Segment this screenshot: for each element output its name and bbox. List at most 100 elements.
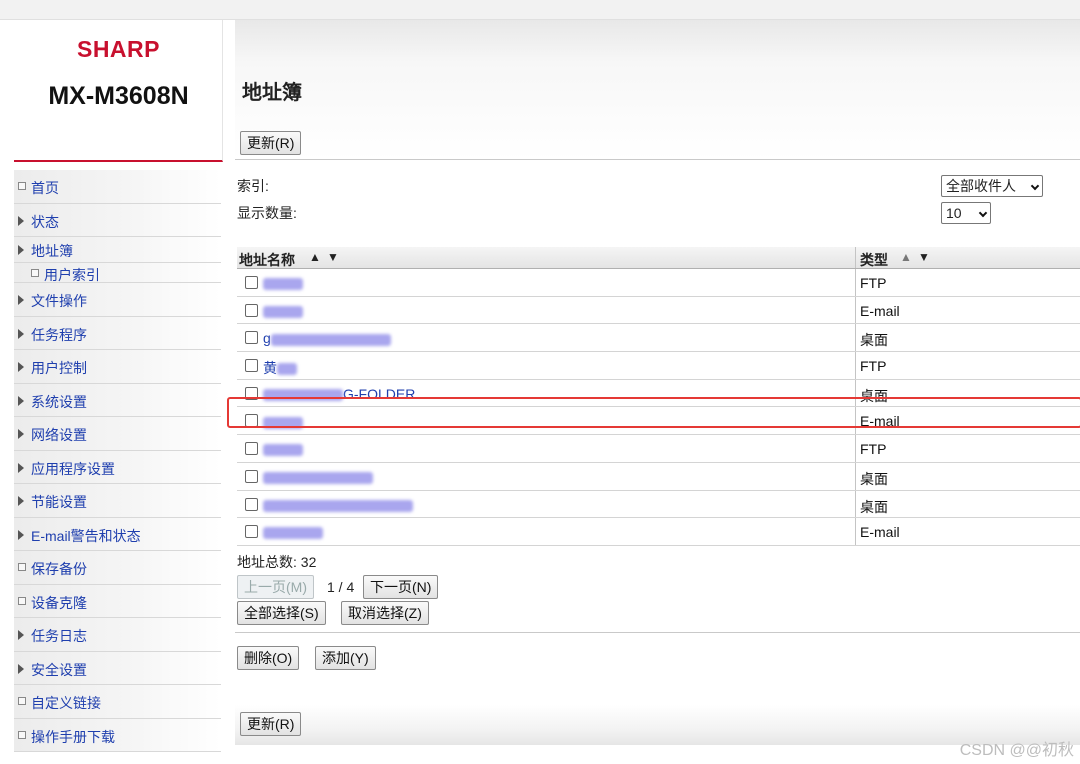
row-checkbox[interactable] bbox=[245, 442, 258, 456]
address-name-link[interactable] bbox=[263, 303, 303, 319]
count-select[interactable]: 10 bbox=[941, 202, 991, 224]
redacted-text bbox=[263, 416, 303, 429]
address-name-link[interactable]: 黄 bbox=[263, 358, 297, 378]
sidebar-item-label: 任务程序 bbox=[31, 326, 87, 343]
index-select[interactable]: 全部收件人 bbox=[941, 175, 1043, 197]
row-checkbox[interactable] bbox=[245, 331, 258, 345]
address-name-link[interactable] bbox=[263, 275, 303, 291]
col-type-header[interactable]: 类型 bbox=[860, 250, 888, 270]
sidebar-item-label: 用户索引 bbox=[44, 267, 100, 283]
address-name-link[interactable]: G-FOLDER bbox=[263, 386, 415, 402]
table-row: 桌面 bbox=[237, 490, 1080, 519]
arrow-right-icon bbox=[18, 395, 26, 406]
add-button[interactable]: 添加(Y) bbox=[315, 646, 376, 670]
table-row: 桌面 bbox=[237, 462, 1080, 491]
sidebar-item[interactable]: E-mail警告和状态 bbox=[14, 517, 221, 551]
col-name-header[interactable]: 地址名称 bbox=[239, 250, 295, 270]
brand-panel: SHARP MX-M3608N bbox=[14, 20, 223, 162]
arrow-right-icon bbox=[18, 663, 26, 674]
row-checkbox[interactable] bbox=[245, 497, 258, 511]
arrow-right-icon bbox=[18, 328, 26, 339]
sidebar-item[interactable]: 系统设置 bbox=[14, 383, 221, 417]
row-checkbox[interactable] bbox=[245, 414, 258, 428]
sort-desc-icon[interactable]: ▼ bbox=[918, 250, 930, 264]
row-checkbox[interactable] bbox=[245, 276, 258, 289]
row-checkbox[interactable] bbox=[245, 469, 258, 483]
total-label: 地址总数: bbox=[237, 554, 297, 570]
address-name-link[interactable] bbox=[263, 469, 373, 485]
address-type: FTP bbox=[860, 358, 887, 375]
address-type: 桌面 bbox=[860, 332, 888, 349]
arrow-right-icon bbox=[18, 245, 26, 255]
chevron-down-icon bbox=[1030, 181, 1040, 191]
sidebar-item[interactable]: 自定义链接 bbox=[14, 685, 221, 719]
bullet-icon bbox=[18, 596, 26, 605]
sharp-logo: SHARP bbox=[76, 36, 160, 62]
sidebar-item[interactable]: 网络设置 bbox=[14, 417, 221, 451]
table-row: E-mail bbox=[237, 407, 1080, 436]
sidebar-item[interactable]: 设备克隆 bbox=[14, 584, 221, 618]
sidebar-item[interactable]: 用户控制 bbox=[14, 350, 221, 384]
sidebar-item-label: 状态 bbox=[31, 213, 59, 230]
sidebar-item-label: 保存备份 bbox=[31, 561, 87, 577]
index-select-value: 全部收件人 bbox=[946, 178, 1016, 194]
table-row: G-FOLDER 桌面 bbox=[237, 379, 1080, 408]
sidebar-nav: 首页状态地址簿用户索引 文件操作任务程序用户控制系统设置 网络设置应用程序设置节能设… bbox=[14, 170, 221, 752]
total-count: 地址总数: 32 bbox=[237, 552, 316, 572]
arrow-right-icon bbox=[18, 429, 26, 439]
sidebar-item[interactable]: 安全设置 bbox=[14, 651, 221, 685]
redacted-text bbox=[263, 278, 303, 291]
address-type: FTP bbox=[860, 275, 887, 291]
sidebar-item[interactable]: 文件操作 bbox=[14, 283, 221, 317]
refresh-button-top[interactable]: 更新(R) bbox=[240, 131, 302, 155]
address-name-link[interactable] bbox=[263, 441, 303, 457]
address-name-link[interactable] bbox=[263, 413, 303, 429]
row-checkbox[interactable] bbox=[245, 525, 258, 539]
sidebar-item[interactable]: 保存备份 bbox=[14, 551, 221, 585]
address-name-visible: 黄 bbox=[263, 360, 277, 377]
row-checkbox[interactable] bbox=[245, 359, 258, 373]
sidebar-item[interactable]: 状态 bbox=[14, 203, 221, 237]
address-name-visible: G-FOLDER bbox=[343, 385, 416, 402]
sidebar-item[interactable]: 任务程序 bbox=[14, 316, 221, 350]
sidebar-item-label: 安全设置 bbox=[31, 661, 87, 678]
redacted-text bbox=[277, 363, 297, 376]
sidebar-item[interactable]: 用户索引 bbox=[14, 263, 221, 283]
divider bbox=[235, 632, 1080, 633]
sidebar-item[interactable]: 操作手册下载 bbox=[14, 718, 221, 752]
refresh-button-bottom[interactable]: 更新(R) bbox=[240, 712, 302, 736]
sort-asc-icon[interactable]: ▲ bbox=[900, 250, 912, 264]
address-name-link[interactable] bbox=[263, 497, 413, 513]
table-row: E-mail bbox=[237, 518, 1080, 546]
address-name-visible: g bbox=[263, 330, 271, 347]
sidebar-item-label: 用户控制 bbox=[31, 360, 87, 376]
sidebar-item-label: 任务日志 bbox=[31, 628, 87, 644]
row-checkbox[interactable] bbox=[245, 386, 258, 400]
sidebar-item-label: 自定义链接 bbox=[31, 695, 101, 711]
sort-desc-icon[interactable]: ▼ bbox=[327, 250, 339, 264]
arrow-right-icon bbox=[18, 529, 26, 540]
footer-band bbox=[235, 705, 1080, 745]
sort-asc-icon[interactable]: ▲ bbox=[309, 250, 321, 264]
address-type: 桌面 bbox=[860, 498, 888, 515]
address-name-link[interactable]: g bbox=[263, 330, 391, 346]
select-all-button[interactable]: 全部选择(S) bbox=[237, 601, 326, 625]
sidebar-item[interactable]: 应用程序设置 bbox=[14, 450, 221, 484]
prev-page-button[interactable]: 上一页(M) bbox=[237, 575, 314, 599]
sidebar-item[interactable]: 任务日志 bbox=[14, 618, 221, 652]
delete-button[interactable]: 删除(O) bbox=[237, 646, 300, 670]
display-count-label: 显示数量: bbox=[237, 205, 297, 221]
sidebar-item[interactable]: 首页 bbox=[14, 170, 221, 204]
arrow-right-icon bbox=[18, 215, 26, 226]
sidebar-item-label: 应用程序设置 bbox=[31, 460, 115, 477]
row-checkbox[interactable] bbox=[245, 303, 258, 317]
sidebar-item-label: 操作手册下载 bbox=[31, 728, 115, 745]
sidebar-item[interactable]: 节能设置 bbox=[14, 484, 221, 518]
watermark: CSDN @@初秋 bbox=[959, 742, 1074, 759]
table-row: FTP bbox=[237, 269, 1080, 297]
deselect-button[interactable]: 取消选择(Z) bbox=[341, 601, 429, 625]
address-name-link[interactable] bbox=[263, 524, 323, 540]
redacted-text bbox=[263, 527, 323, 540]
next-page-button[interactable]: 下一页(N) bbox=[363, 575, 439, 599]
sidebar-item[interactable]: 地址簿 bbox=[14, 237, 221, 263]
